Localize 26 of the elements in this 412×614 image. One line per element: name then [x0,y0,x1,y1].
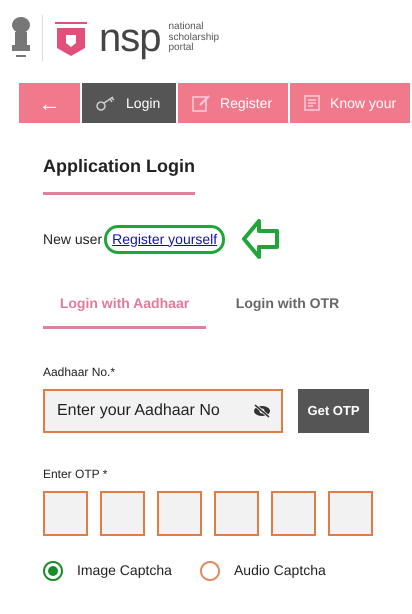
radio-button[interactable] [43,560,63,580]
field-label: Enter OTP * [43,466,108,483]
document-icon [304,95,320,111]
get-otp-button[interactable]: Get OTP [298,389,369,433]
logo-caption: national scholarship portal [168,22,220,54]
login-tab[interactable]: Login with OTR [206,287,369,329]
radio-button[interactable] [200,560,220,580]
otp-digit-field[interactable] [157,491,202,536]
register-link[interactable]: Register yourself [104,224,226,254]
new-user-text: New user [43,230,102,248]
key-icon [96,95,116,111]
radio-label[interactable]: Image Captcha [77,560,172,581]
otp-digit-field[interactable] [328,491,373,536]
edit-icon [192,94,210,112]
page-title: Application Login [43,153,195,195]
nav-tab[interactable]: Login [82,83,178,123]
field-label: Aadhaar No.* [43,364,116,381]
arrow-icon [241,217,282,261]
aadhaar-field[interactable]: Enter your Aadhaar No [43,389,283,433]
radio-label[interactable]: Audio Captcha [234,560,326,581]
eye-slash-icon[interactable] [253,404,271,418]
otp-digit-field[interactable] [100,491,145,536]
otp-digit-field[interactable] [271,491,316,536]
logo-text: nsp [99,18,160,58]
otp-digit-field[interactable] [214,491,259,536]
otp-digit-field[interactable] [43,491,88,536]
